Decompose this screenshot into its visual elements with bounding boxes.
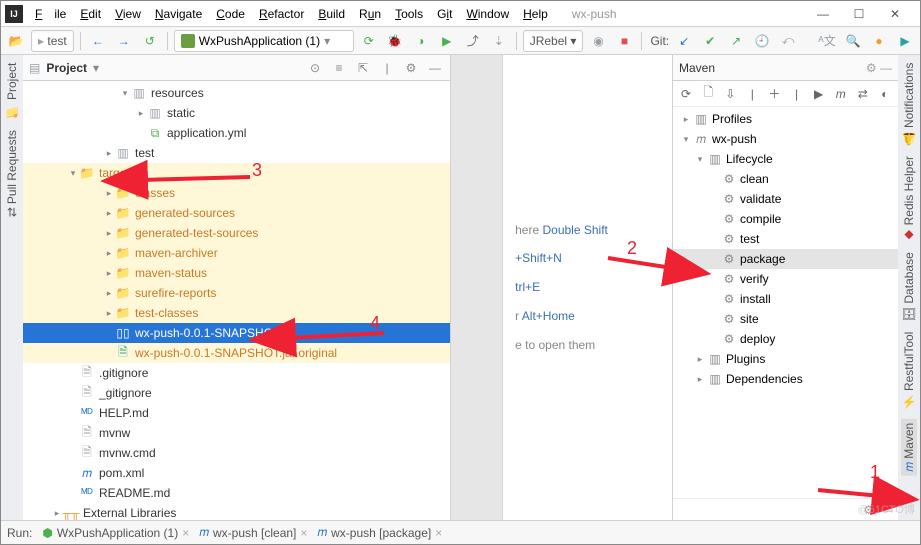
watermark: @51CTO博: [858, 501, 915, 517]
annotation-layer: [0, 0, 921, 545]
